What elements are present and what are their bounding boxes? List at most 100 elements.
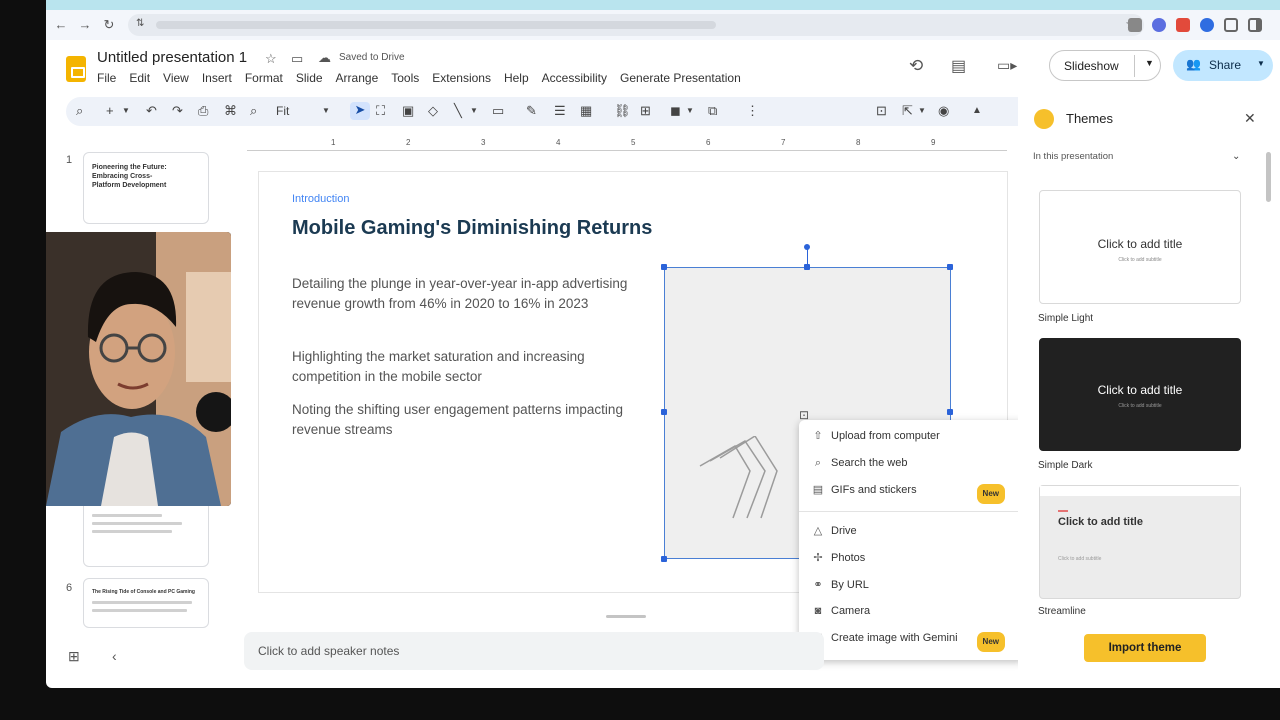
link-icon[interactable]: ⛓ xyxy=(614,103,631,119)
cursor-icon[interactable]: ⇱ xyxy=(902,103,913,119)
record-icon[interactable]: ◉ xyxy=(938,103,949,119)
slide-body-paragraph[interactable]: Noting the shifting user engagement patt… xyxy=(292,400,637,440)
slide-eyebrow[interactable]: Introduction xyxy=(292,193,349,205)
menu-generate-presentation[interactable]: Generate Presentation xyxy=(620,71,741,87)
chevron-down-icon[interactable]: ▼ xyxy=(918,103,926,119)
reload-button[interactable]: ↻ xyxy=(100,16,118,34)
site-settings-icon[interactable]: ⇅ xyxy=(136,18,144,29)
menu-item-search-web[interactable]: ⌕ Search the web xyxy=(811,454,908,472)
back-button[interactable]: ← xyxy=(52,16,70,34)
menu-slide[interactable]: Slide xyxy=(296,71,323,87)
theme-card-simple-dark[interactable]: Click to add title Click to add subtitle xyxy=(1039,338,1241,451)
resize-handle[interactable] xyxy=(661,409,667,415)
menu-item-by-url[interactable]: ⚭ By URL xyxy=(811,576,869,594)
extension-icon[interactable] xyxy=(1176,18,1190,32)
border-color-icon[interactable]: ◼ xyxy=(670,103,681,119)
chevron-down-icon[interactable]: ▼ xyxy=(122,103,130,119)
slide-thumbnail[interactable]: The Rising Tide of Console and PC Gaming xyxy=(83,578,209,628)
close-icon[interactable]: ✕ xyxy=(1244,110,1256,127)
menu-file[interactable]: File xyxy=(97,71,116,87)
menu-edit[interactable]: Edit xyxy=(129,71,150,87)
paint-format-icon[interactable]: ⌘ xyxy=(224,103,237,119)
menu-format[interactable]: Format xyxy=(245,71,283,87)
collapse-filmstrip-icon[interactable]: ‹ xyxy=(112,648,117,664)
menu-item-gemini-image[interactable]: ⊡Create image with GeminiNew xyxy=(811,629,1013,652)
extension-icon[interactable] xyxy=(1128,18,1142,32)
address-bar[interactable]: ⇅ ☆ xyxy=(128,14,1144,36)
slide-body-paragraph[interactable]: Detailing the plunge in year-over-year i… xyxy=(292,274,637,314)
menu-view[interactable]: View xyxy=(163,71,189,87)
slide-thumbnail[interactable]: Pioneering the Future: Embracing Cross-P… xyxy=(83,152,209,224)
zoom-select[interactable]: Fit xyxy=(276,103,289,119)
slides-logo-icon[interactable] xyxy=(66,56,86,82)
undo-icon[interactable]: ↶ xyxy=(146,103,157,119)
comment-add-icon[interactable]: ▭ xyxy=(492,103,504,119)
star-icon[interactable]: ☆ xyxy=(265,51,277,67)
print-icon[interactable]: ⎙ xyxy=(198,103,208,119)
chevron-down-icon[interactable]: ▼ xyxy=(1145,58,1154,68)
zoom-icon[interactable]: ⌕ xyxy=(250,103,257,119)
menu-help[interactable]: Help xyxy=(504,71,529,87)
resize-handle[interactable] xyxy=(947,409,953,415)
forward-button[interactable]: → xyxy=(76,16,94,34)
chevron-down-icon[interactable]: ⌄ xyxy=(1232,151,1240,162)
side-panel-icon[interactable] xyxy=(1248,18,1262,32)
meet-camera-icon[interactable]: ▭▸ xyxy=(997,57,1017,74)
extension-icon[interactable] xyxy=(1152,18,1166,32)
theme-filter-select[interactable]: In this presentation xyxy=(1033,151,1113,162)
chevron-down-icon[interactable]: ▼ xyxy=(686,103,694,119)
menu-arrange[interactable]: Arrange xyxy=(336,71,379,87)
rotate-handle[interactable] xyxy=(804,244,810,250)
menu-item-camera[interactable]: ◙ Camera xyxy=(811,602,870,620)
import-theme-button[interactable]: Import theme xyxy=(1084,634,1206,662)
menu-extensions[interactable]: Extensions xyxy=(432,71,491,87)
menu-tools[interactable]: Tools xyxy=(391,71,419,87)
move-folder-icon[interactable]: ▭ xyxy=(291,51,303,67)
slideshow-button[interactable]: Slideshow ▼ xyxy=(1049,50,1161,81)
pen-icon[interactable]: ✎ xyxy=(526,103,537,119)
cloud-saved-icon: ☁ xyxy=(318,50,331,65)
notes-resize-handle[interactable] xyxy=(606,615,646,618)
align-icon[interactable]: ☰ xyxy=(554,103,566,119)
menu-item-photos[interactable]: ✢ Photos xyxy=(811,549,865,567)
theme-card-simple-light[interactable]: Click to add title Click to add subtitle xyxy=(1039,190,1241,304)
insert-image-icon[interactable]: ⊡ xyxy=(876,103,887,119)
menu-item-gifs[interactable]: ▤ GIFs and stickers New xyxy=(811,481,1013,504)
chevron-down-icon[interactable]: ▼ xyxy=(322,103,330,119)
resize-handle[interactable] xyxy=(661,556,667,562)
document-title[interactable]: Untitled presentation 1 xyxy=(97,49,247,66)
grid-view-icon[interactable]: ⊞ xyxy=(68,648,80,665)
redo-icon[interactable]: ↷ xyxy=(172,103,183,119)
comments-icon[interactable]: ▤ xyxy=(951,56,966,76)
resize-handle[interactable] xyxy=(947,264,953,270)
speaker-notes[interactable]: Click to add speaker notes xyxy=(244,632,824,670)
chevron-down-icon[interactable]: ▼ xyxy=(1257,59,1265,68)
shape-icon[interactable]: ◇ xyxy=(428,103,438,119)
slide-title[interactable]: Mobile Gaming's Diminishing Returns xyxy=(292,217,652,240)
menu-insert[interactable]: Insert xyxy=(202,71,232,87)
slide-body-paragraph[interactable]: Highlighting the market saturation and i… xyxy=(292,347,637,387)
new-slide-icon[interactable]: + xyxy=(106,103,114,119)
line-icon[interactable]: ╲ xyxy=(454,103,462,119)
menu-accessibility[interactable]: Accessibility xyxy=(542,71,607,87)
extensions-puzzle-icon[interactable] xyxy=(1224,18,1238,32)
scrollbar-thumb[interactable] xyxy=(1266,152,1271,202)
chevron-down-icon[interactable]: ▼ xyxy=(470,103,478,119)
table-icon[interactable]: ▦ xyxy=(580,103,592,119)
search-menus-icon[interactable]: ⌕ xyxy=(76,103,83,119)
more-options-icon[interactable]: ⋮ xyxy=(746,103,759,119)
add-comment-icon[interactable]: ⊞ xyxy=(640,103,651,119)
thumbnail-text-line xyxy=(92,609,187,612)
collapse-toolbar-icon[interactable]: ▲ xyxy=(972,103,982,119)
replace-image-icon[interactable]: ⧉ xyxy=(708,103,717,119)
resize-handle[interactable] xyxy=(661,264,667,270)
extension-icon[interactable] xyxy=(1200,18,1214,32)
version-history-icon[interactable]: ⟲ xyxy=(909,56,923,76)
frame-icon[interactable]: ⛶ xyxy=(376,103,385,119)
image-icon[interactable]: ▣ xyxy=(402,103,414,119)
theme-card-streamline[interactable]: Click to add title Click to add subtitle xyxy=(1039,485,1241,599)
menu-item-upload[interactable]: ⇧ Upload from computer xyxy=(811,427,939,445)
menu-item-drive[interactable]: △ Drive xyxy=(811,522,857,540)
share-button[interactable]: 👥 Share ▼ xyxy=(1173,50,1273,81)
select-pointer-icon[interactable]: ➤ xyxy=(350,102,370,120)
